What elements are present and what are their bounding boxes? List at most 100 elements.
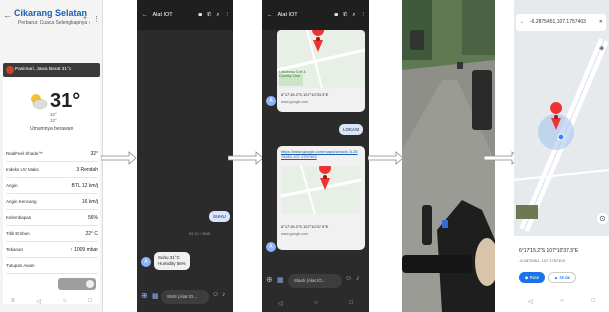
my-location-icon[interactable]: ⊙ (597, 213, 608, 224)
map-graphic (281, 166, 361, 214)
search-text: -6.2875451,107.1757403 (530, 19, 586, 25)
home-nav-icon[interactable]: ○ (63, 298, 67, 305)
message-input[interactable]: SMS (Alat IO... (161, 290, 209, 304)
emoji-icon[interactable]: ☺ (345, 275, 352, 282)
partly-cloudy-icon (31, 94, 48, 109)
directions-icon: ◆ (524, 275, 529, 280)
detail-value: 3 Rendah (76, 166, 98, 173)
detail-label: Kelembapan (6, 215, 32, 220)
gallery-icon[interactable]: ▦ (277, 276, 284, 284)
more-vert-icon[interactable]: ⋮ (93, 15, 100, 23)
mic-icon[interactable]: ♪ (356, 275, 360, 282)
detail-label: Angin (6, 183, 18, 188)
maps-link[interactable]: https://www.google.com/maps/search/-6.28… (281, 149, 359, 159)
sms-chat-panel-temperature: ← Alat IOT ◙ ✆ ⌕ ⋮ SUHU 09.12 • SMS A Su… (137, 0, 233, 312)
detail-label: Tekanan (6, 247, 24, 252)
phone-icon[interactable]: ✆ (207, 12, 212, 18)
flow-arrow (368, 151, 404, 165)
detail-label: Indeks UV Maks (6, 167, 39, 172)
location-title: Cikarang Selatan (14, 8, 88, 18)
gallery-icon[interactable]: ▦ (152, 292, 159, 300)
scooter-road-photo (402, 0, 495, 312)
sent-message-bubble[interactable]: SUHU (209, 211, 230, 222)
current-temperature: 31° (50, 90, 81, 112)
location-message-1[interactable]: Lababeka Golf & Country Club 6°17'15.2"S… (277, 30, 365, 112)
start-label: Mulai (559, 275, 571, 280)
place-subtitle: -6.2875451, 107.1757403 (519, 258, 565, 263)
location-subtitle[interactable]: Perbarui: Cuaca Selengkapnya › (18, 20, 90, 26)
road-photo-panel (402, 0, 495, 312)
video-call-icon[interactable]: ◙ (198, 12, 201, 18)
search-icon[interactable]: ⌕ (352, 12, 355, 19)
more-vert-icon[interactable]: ⋮ (225, 12, 231, 18)
add-attachment-icon[interactable]: ⊕ (141, 291, 148, 300)
message-input[interactable]: Slash (Alat IO... (288, 274, 342, 288)
emoji-icon[interactable]: ☺ (212, 291, 219, 298)
detail-label: Titik Embun (6, 231, 30, 236)
map-place-label: Lababeka Golf & Country Club (279, 70, 306, 78)
location-message-2[interactable]: https://www.google.com/maps/search/-6.28… (277, 146, 365, 250)
back-arrow-icon[interactable]: ← (267, 12, 273, 18)
detail-value: ↑ 1009 mbar (70, 246, 98, 253)
detail-value: 22° C (85, 230, 98, 237)
maps-search-box[interactable]: ← -6.2875451,107.1757403 ✕ (516, 14, 606, 31)
sent-message-bubble[interactable]: LOKASI (339, 124, 364, 135)
place-coordinates: 6°17'15.2"S 107°10'37.5"E (519, 248, 579, 254)
more-vert-icon[interactable]: ⋮ (361, 12, 367, 18)
add-attachment-icon[interactable]: ⊕ (266, 275, 273, 284)
close-icon[interactable]: ✕ (599, 14, 603, 31)
mic-icon[interactable]: ♪ (222, 291, 226, 298)
chat-top-bar: ← Alat IOT ◙ ✆ ⌕ ⋮ (137, 0, 233, 30)
back-arrow-icon[interactable]: ← (520, 14, 525, 31)
start-button[interactable]: ▲ Mulai (548, 272, 576, 283)
weather-detail-row: Indeks UV Maks 3 Rendah (6, 162, 98, 178)
detail-value: 16 km/j (81, 198, 98, 205)
back-nav-icon[interactable]: ◁ (278, 300, 283, 307)
url-text: www.google.com (281, 232, 309, 236)
recents-nav-icon[interactable]: □ (592, 298, 596, 305)
detail-label: Angin Kencang (6, 199, 37, 204)
recents-nav-icon[interactable]: □ (350, 300, 354, 307)
weather-bar-text: Pasirsari, Jawa Barat 31°c (15, 67, 72, 72)
contact-avatar[interactable]: A (141, 257, 151, 267)
toggle-knob (86, 280, 94, 288)
coordinates-text: 6°17'15.2"S 107°10'33.3"E (281, 92, 329, 97)
menu-nav-icon[interactable]: ≡ (11, 298, 15, 305)
back-nav-icon[interactable]: ◁ (528, 298, 533, 305)
weather-detail-row: Kelembapan 56% (6, 210, 98, 226)
add-icon[interactable]: + (83, 15, 87, 22)
flow-arrow (101, 151, 137, 165)
detail-label: Tutupan Awan (6, 263, 35, 268)
directions-button[interactable]: ◆ Rute (519, 272, 545, 283)
back-nav-icon[interactable]: ◁ (36, 298, 41, 305)
layers-icon[interactable]: ◈ (599, 44, 604, 52)
received-message-bubble[interactable]: Suhu 31°C Humidity 56% (154, 252, 190, 270)
back-arrow-icon[interactable]: ← (142, 12, 148, 18)
map-thumbnail[interactable] (281, 166, 361, 214)
back-arrow-icon[interactable]: ← (3, 10, 12, 20)
phone-icon[interactable]: ✆ (343, 12, 348, 18)
search-icon[interactable]: ⌕ (216, 12, 219, 19)
contact-avatar[interactable]: A (266, 242, 276, 252)
chat-title: Alat IOT (277, 12, 298, 18)
android-nav-bar: ◁ ○ □ (514, 298, 609, 305)
weather-condition: Umumnya berawan (30, 126, 74, 132)
weather-logo-icon (6, 66, 14, 74)
directions-label: Rute (529, 275, 540, 280)
recents-nav-icon[interactable]: □ (88, 298, 92, 305)
map-thumbnail[interactable]: Lababeka Golf & Country Club (277, 30, 365, 88)
cloud-cover-toggle[interactable] (58, 278, 96, 290)
map-view[interactable] (514, 0, 609, 240)
home-nav-icon[interactable]: ○ (314, 300, 318, 307)
weather-detail-row: Titik Embun 22° C (6, 226, 98, 242)
place-sheet: 6°17'15.2"S 107°10'37.5"E -6.2875451, 10… (514, 236, 609, 312)
home-nav-icon[interactable]: ○ (560, 298, 564, 305)
video-call-icon[interactable]: ◙ (334, 12, 337, 18)
navigation-icon: ▲ (553, 275, 559, 280)
hi-lo-temps: 32° 22° (50, 112, 57, 124)
contact-avatar[interactable]: A (266, 96, 276, 106)
android-nav-bar: ◁ ○ □ (262, 300, 369, 307)
weather-app-panel: ← Cikarang Selatan Perbarui: Cuaca Selen… (0, 0, 103, 312)
weather-bar[interactable]: Pasirsari, Jawa Barat 31°c (3, 63, 100, 77)
sms-chat-panel-location: ← Alat IOT ◙ ✆ ⌕ ⋮ Lababeka Golf & Count… (262, 0, 369, 312)
